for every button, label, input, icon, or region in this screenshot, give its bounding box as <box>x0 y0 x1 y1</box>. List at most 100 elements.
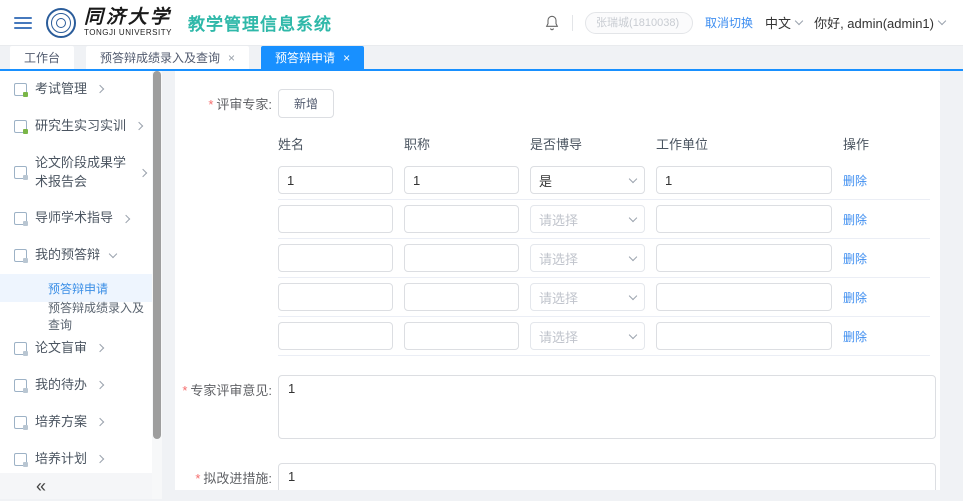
add-expert-button[interactable]: 新增 <box>278 89 334 118</box>
university-name-cn: 同济大学 <box>84 8 172 27</box>
expert-title-input[interactable] <box>404 283 519 311</box>
sidebar-scrollbar[interactable] <box>152 71 162 499</box>
expert-table: 姓名 职称 是否博导 工作单位 操作 是 <box>278 128 930 356</box>
expert-label: *评审专家: <box>175 89 272 356</box>
language-label: 中文 <box>765 13 791 32</box>
expert-name-input[interactable] <box>278 166 393 194</box>
delete-row-link[interactable]: 删除 <box>843 211 930 228</box>
chevron-down-icon <box>629 252 637 260</box>
table-row: 请选择 删除 <box>278 278 930 317</box>
blind-review-icon <box>14 342 27 355</box>
tab-workbench[interactable]: 工作台 <box>10 46 74 69</box>
report-icon <box>14 166 27 179</box>
table-row: 请选择 删除 <box>278 200 930 239</box>
internship-icon <box>14 120 27 133</box>
tab-label: 预答辩成绩录入及查询 <box>100 49 220 66</box>
measures-section: *拟改进措施: 1 <box>175 463 930 490</box>
chevron-right-icon <box>122 215 130 223</box>
guidance-icon <box>14 212 27 225</box>
expert-title-input[interactable] <box>404 244 519 272</box>
main-panel: *评审专家: 新增 姓名 职称 是否博导 工作单位 操作 <box>175 71 940 490</box>
required-asterisk: * <box>195 471 200 486</box>
measures-label: *拟改进措施: <box>175 463 272 490</box>
expert-name-input[interactable] <box>278 244 393 272</box>
expert-name-input[interactable] <box>278 322 393 350</box>
sidebar-item-tutor-guidance[interactable]: 导师学术指导 <box>0 200 152 237</box>
tab-predefense-scores[interactable]: 预答辩成绩录入及查询 × <box>86 46 249 69</box>
opinion-label: *专家评审意见: <box>175 375 272 444</box>
expert-name-input[interactable] <box>278 205 393 233</box>
delete-row-link[interactable]: 删除 <box>843 172 930 189</box>
tab-label: 工作台 <box>24 49 60 66</box>
header-divider <box>572 15 573 31</box>
sidebar-collapse-button[interactable] <box>0 473 152 499</box>
doctoral-select[interactable]: 是 <box>530 166 645 194</box>
delete-row-link[interactable]: 删除 <box>843 289 930 306</box>
sidebar-item-my-predefense[interactable]: 我的预答辩 <box>0 237 152 274</box>
doctoral-select[interactable]: 请选择 <box>530 322 645 350</box>
layout-gap <box>162 71 175 499</box>
sidebar-item-blind-review[interactable]: 论文盲审 <box>0 330 152 367</box>
expert-unit-input[interactable] <box>656 283 832 311</box>
chevron-right-icon <box>96 418 104 426</box>
chevron-down-icon <box>629 330 637 338</box>
language-selector[interactable]: 中文 <box>765 13 802 32</box>
tab-bar: 工作台 预答辩成绩录入及查询 × 预答辩申请 × <box>0 46 963 71</box>
sidebar-item-training-plan[interactable]: 培养计划 <box>0 441 152 478</box>
opinion-textarea[interactable]: 1 <box>278 375 936 439</box>
opinion-section: *专家评审意见: 1 <box>175 375 930 444</box>
header: 同济大学 TONGJI UNIVERSITY 教学管理信息系统 取消切换 中文 … <box>0 0 963 46</box>
app-window: 同济大学 TONGJI UNIVERSITY 教学管理信息系统 取消切换 中文 … <box>0 0 963 501</box>
sidebar-item-my-todo[interactable]: 我的待办 <box>0 367 152 404</box>
tab-label: 预答辩申请 <box>275 49 335 66</box>
bell-icon[interactable] <box>544 14 560 32</box>
expert-unit-input[interactable] <box>656 205 832 233</box>
table-row: 请选择 删除 <box>278 317 930 356</box>
delete-row-link[interactable]: 删除 <box>843 250 930 267</box>
expert-name-input[interactable] <box>278 283 393 311</box>
chevron-down-icon <box>629 291 637 299</box>
expert-unit-input[interactable] <box>656 322 832 350</box>
expert-title-input[interactable] <box>404 205 519 233</box>
user-switch-input[interactable] <box>585 12 693 34</box>
close-icon[interactable]: × <box>343 52 350 64</box>
chevron-right-icon <box>96 455 104 463</box>
col-doctoral: 是否博导 <box>530 134 645 153</box>
chevron-down-icon <box>109 250 117 258</box>
required-asterisk: * <box>182 383 187 398</box>
measures-textarea[interactable]: 1 <box>278 463 936 490</box>
close-icon[interactable]: × <box>228 52 235 64</box>
doctoral-select[interactable]: 请选择 <box>530 283 645 311</box>
page-title: 教学管理信息系统 <box>188 10 332 35</box>
sidebar-item-training-program[interactable]: 培养方案 <box>0 404 152 441</box>
sidebar-subitem-predefense-scores[interactable]: 预答辩成绩录入及查询 <box>0 302 152 330</box>
scrollbar-thumb[interactable] <box>153 71 161 439</box>
doctoral-select[interactable]: 请选择 <box>530 244 645 272</box>
col-name: 姓名 <box>278 134 393 153</box>
required-asterisk: * <box>208 97 213 112</box>
user-menu[interactable]: 你好, admin(admin1) <box>814 13 945 32</box>
expert-title-input[interactable] <box>404 322 519 350</box>
delete-row-link[interactable]: 删除 <box>843 328 930 345</box>
sidebar-subitem-predefense-application[interactable]: 预答辩申请 <box>0 274 152 302</box>
cancel-switch-link[interactable]: 取消切换 <box>705 14 753 31</box>
chevron-right-icon <box>96 381 104 389</box>
expert-title-input[interactable] <box>404 166 519 194</box>
sidebar-item-thesis-report[interactable]: 论文阶段成果学术报告会 <box>0 145 152 201</box>
col-title: 职称 <box>404 134 519 153</box>
doctoral-select[interactable]: 请选择 <box>530 205 645 233</box>
tab-predefense-application[interactable]: 预答辩申请 × <box>261 46 364 69</box>
chevron-down-icon <box>629 213 637 221</box>
sidebar-item-internship[interactable]: 研究生实习实训 <box>0 108 152 145</box>
expert-unit-input[interactable] <box>656 244 832 272</box>
col-unit: 工作单位 <box>656 134 832 153</box>
chevron-right-icon <box>135 122 143 130</box>
expert-unit-input[interactable] <box>656 166 832 194</box>
todo-icon <box>14 379 27 392</box>
tongji-logo <box>46 8 76 38</box>
hamburger-menu-icon[interactable] <box>14 17 32 29</box>
plan-icon <box>14 453 27 466</box>
chevron-right-icon <box>96 344 104 352</box>
expert-section: *评审专家: 新增 姓名 职称 是否博导 工作单位 操作 <box>175 89 930 356</box>
sidebar-item-exam-management[interactable]: 考试管理 <box>0 71 152 108</box>
